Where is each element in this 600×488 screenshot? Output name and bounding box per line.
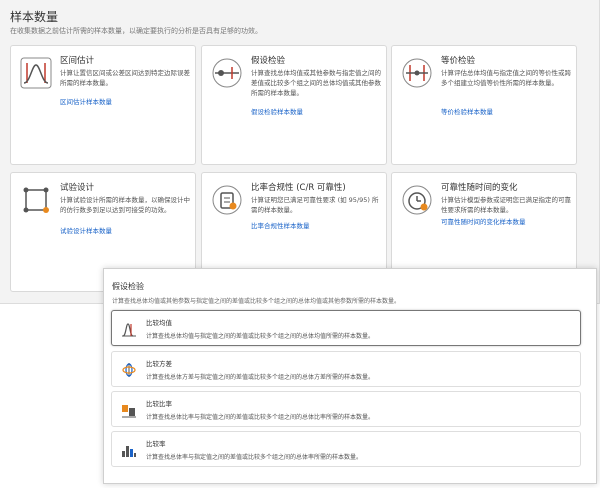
doe-link[interactable]: 试验设计样本数量 bbox=[60, 225, 112, 235]
doe-icon bbox=[23, 187, 49, 213]
page-title: 样本数量 bbox=[10, 10, 59, 24]
proportion-compliance-icon bbox=[212, 185, 242, 215]
reliability-time-link[interactable]: 可靠性随时间的变化样本数量 bbox=[441, 216, 526, 226]
option-description: 计算查找总体率与指定值之间的差值或比较多个组之间的总体率所需的样本数量。 bbox=[146, 454, 363, 461]
proportion-compliance-link[interactable]: 比率合规性样本数量 bbox=[251, 220, 310, 230]
option-compare-means[interactable]: 比较均值 计算查找总体均值与指定值之间的差值或比较多个组之间的总体均值所需的样本… bbox=[111, 310, 581, 346]
card-title: 可靠性随时间的变化 bbox=[441, 183, 518, 193]
option-compare-proportions[interactable]: 比较比率 计算查找总体比率与指定值之间的差值或比较多个组之间的总体比率所需的样本… bbox=[111, 391, 581, 427]
option-compare-rates[interactable]: 比较率 计算查找总体率与指定值之间的差值或比较多个组之间的总体率所需的样本数量。 bbox=[111, 431, 581, 467]
compare-means-icon bbox=[122, 323, 136, 337]
compare-variances-icon bbox=[122, 363, 136, 377]
card-description: 计算查找总体均值或其他参数与指定值之间的差值或比较多个组之间的总体均值或其他参数… bbox=[251, 69, 381, 97]
reliability-time-icon bbox=[402, 185, 432, 215]
card-hypothesis-test[interactable]: 假设检验 计算查找总体均值或其他参数与指定值之间的差值或比较多个组之间的总体均值… bbox=[201, 45, 387, 165]
card-interval-estimate[interactable]: 区间估计 计算让置信区间或公差区间达到特定边际误差所需的样本数量。 区间估计样本… bbox=[10, 45, 196, 165]
hypothesis-test-icon bbox=[212, 58, 242, 88]
dialog-subtitle: 计算查找总体均值或其他参数与指定值之间的差值或比较多个组之间的总体均值或其他参数… bbox=[112, 298, 401, 305]
card-description: 计算评估总体均值与指定值之间的等价性或跨多个组建立均值等价性所需的样本数量。 bbox=[441, 69, 571, 87]
card-description: 计算让置信区间或公差区间达到特定边际误差所需的样本数量。 bbox=[60, 69, 190, 87]
card-description: 计算估计模型参数或证明您已满足指定的可靠性要求所需的样本数量。 bbox=[441, 196, 571, 214]
card-description: 计算试验设计所需的样本数量，以确保设计中的仿行数多到足以达到可接受的功效。 bbox=[60, 196, 190, 214]
card-title: 假设检验 bbox=[251, 56, 286, 66]
option-description: 计算查找总体比率与指定值之间的差值或比较多个组之间的总体比率所需的样本数量。 bbox=[146, 414, 375, 421]
option-description: 计算查找总体均值与指定值之间的差值或比较多个组之间的总体均值所需的样本数量。 bbox=[146, 333, 375, 340]
card-description: 计算证明您已满足可靠性要求 (如 95/95) 所需的样本数量。 bbox=[251, 196, 379, 214]
compare-rates-icon bbox=[122, 446, 136, 457]
compare-proportions-icon bbox=[122, 405, 136, 418]
option-title: 比较率 bbox=[146, 440, 166, 448]
sample-size-panel: 样本数量 在收集数据之前估计所需的样本数量，以确定要执行的分析是否具有足够的功效… bbox=[0, 0, 600, 304]
card-equivalence-test[interactable]: 等价检验 计算评估总体均值与指定值之间的等价性或跨多个组建立均值等价性所需的样本… bbox=[391, 45, 577, 165]
equivalence-test-link[interactable]: 等价检验样本数量 bbox=[441, 106, 493, 116]
option-title: 比较方差 bbox=[146, 360, 172, 368]
option-title: 比较比率 bbox=[146, 400, 172, 408]
equivalence-test-icon bbox=[402, 58, 432, 88]
card-title: 比率合规性 (C/R 可靠性) bbox=[251, 183, 346, 193]
card-title: 等价检验 bbox=[441, 56, 476, 66]
option-description: 计算查找总体方差与指定值之间的差值或比较多个组之间的总体方差所需的样本数量。 bbox=[146, 374, 375, 381]
interval-estimate-icon bbox=[20, 57, 52, 89]
hypothesis-test-link[interactable]: 假设检验样本数量 bbox=[251, 106, 303, 116]
page-subtitle: 在收集数据之前估计所需的样本数量，以确定要执行的分析是否具有足够的功效。 bbox=[10, 27, 262, 35]
option-title: 比较均值 bbox=[146, 319, 172, 327]
option-compare-variances[interactable]: 比较方差 计算查找总体方差与指定值之间的差值或比较多个组之间的总体方差所需的样本… bbox=[111, 351, 581, 387]
hypothesis-test-dialog: 假设检验 计算查找总体均值或其他参数与指定值之间的差值或比较多个组之间的总体均值… bbox=[103, 268, 597, 484]
card-title: 区间估计 bbox=[60, 56, 95, 66]
interval-estimate-link[interactable]: 区间估计样本数量 bbox=[60, 96, 112, 106]
card-title: 试验设计 bbox=[60, 183, 95, 193]
dialog-title: 假设检验 bbox=[112, 282, 144, 291]
